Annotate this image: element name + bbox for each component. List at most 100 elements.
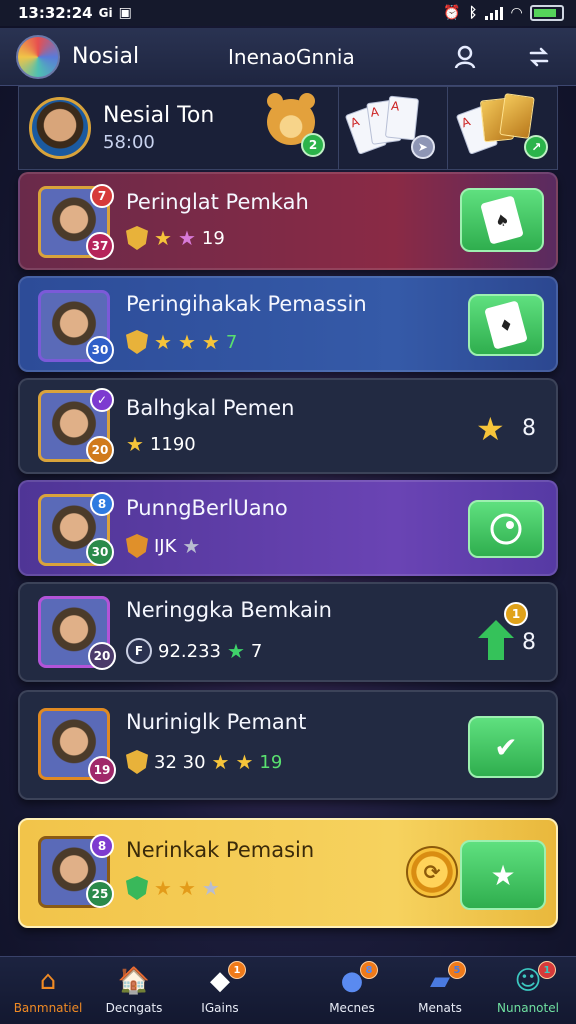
star-icon: ★ (177, 876, 196, 900)
star-icon: ★ (201, 876, 220, 900)
check-icon: ✔ (494, 730, 518, 764)
shield-icon (126, 750, 148, 774)
level-badge: 25 (86, 880, 114, 908)
play-card-button[interactable]: ♠ (460, 188, 544, 252)
notification-badge: 1 (504, 602, 528, 626)
favorite-button[interactable]: ★ (460, 840, 546, 910)
record-icon (490, 513, 522, 545)
nav-item-home[interactable]: ⌂ Banmnatiel (0, 963, 96, 1015)
row-stats: ★ ★ 19 (126, 226, 225, 250)
nav-label: Mecnes (329, 1001, 375, 1015)
confirm-button[interactable]: ✔ (468, 716, 544, 778)
status-carrier: Gi (98, 6, 113, 20)
nav-label: Decngats (105, 1001, 163, 1015)
row-score: IJK (154, 535, 177, 557)
row-score: 92.233 (158, 640, 221, 662)
row-stats: 32 30 ★ ★ 19 (126, 750, 282, 774)
letter-badge: F (126, 638, 152, 664)
refresh-icon (529, 47, 549, 67)
list-item[interactable]: 8 25 Nerinkak Pemasin ★ ★ ★ ⟳ ★ (18, 818, 558, 928)
nav-badge: 8 (360, 961, 378, 979)
shield-icon (126, 876, 148, 900)
row-title: Peringihakak Pemassin (126, 292, 367, 316)
row-value: 8 (522, 416, 536, 441)
level-badge: 20 (88, 642, 116, 670)
record-button[interactable] (468, 500, 544, 558)
play-card-button[interactable]: ♦ (468, 294, 544, 356)
refresh-button[interactable] (522, 40, 556, 74)
search-icon (454, 45, 476, 69)
row-score: 32 30 (154, 751, 206, 773)
row-score: 7 (225, 331, 238, 353)
rank-badge: ✓ (90, 388, 114, 412)
coin-icon[interactable]: ⟳ (406, 846, 458, 898)
games-icon: ◆ 1 (172, 961, 268, 999)
nav-label: IGains (201, 1001, 239, 1015)
rank-badge: 8 (90, 492, 114, 516)
star-icon: ★ (211, 750, 230, 774)
teddy-badge: 2 (301, 133, 325, 157)
row-stats: F 92.233 ★ 7 (126, 638, 262, 664)
row-title: Nerinkak Pemasin (126, 838, 315, 862)
messages-icon: ● 8 (304, 961, 400, 999)
card-deck-gold[interactable]: A ↗ (447, 87, 557, 169)
star-icon: ★ (235, 750, 254, 774)
row-stats: ★ 1190 (126, 432, 196, 456)
list-item[interactable]: 30 Peringihakak Pemassin ★ ★ ★ 7 ♦ (18, 276, 558, 372)
star-icon: ★ (154, 876, 172, 900)
star-icon: ★ (154, 330, 172, 354)
row-score-secondary: 19 (259, 751, 283, 773)
bottom-nav: ⌂ Banmnatiel 🏠 Decngats ◆ 1 IGains ● 8 M… (0, 956, 576, 1024)
nav-badge: 1 (228, 961, 246, 979)
rank-badge: 7 (90, 184, 114, 208)
nav-item-profile[interactable]: ☺ 1 Nunanotel (480, 961, 576, 1015)
star-icon: ★ (226, 639, 245, 663)
level-badge: 30 (86, 538, 114, 566)
avatar[interactable] (29, 97, 91, 159)
nav-item-games[interactable]: ◆ 1 IGains (172, 961, 268, 1015)
home-icon: ⌂ (39, 966, 57, 996)
row-stats: IJK ★ (126, 534, 200, 558)
status-bar: 13:32:24 Gi ▣ ⏰ ᛒ ◠ (0, 0, 576, 26)
star-icon: ★ (177, 330, 196, 354)
level-badge: 20 (86, 436, 114, 464)
row-title: Neringgka Bemkain (126, 598, 332, 622)
nav-item-chat[interactable]: ▰ 5 Menats (392, 961, 488, 1015)
nav-item-messages[interactable]: ● 8 Mecnes (304, 961, 400, 1015)
star-icon: ★ (177, 226, 196, 250)
signal-icon (485, 6, 504, 20)
top-bar: Nosial InenaoGnnia (0, 28, 576, 86)
profile-panel: Nesial Ton 58:00 2 A A A ➤ A ↗ (18, 86, 558, 170)
nav-label: Menats (418, 1001, 462, 1015)
chat-icon: ▰ 5 (392, 961, 488, 999)
level-badge: 30 (86, 336, 114, 364)
row-title: Peringlat Pemkah (126, 190, 309, 214)
row-title: Nuriniglk Pemant (126, 710, 307, 734)
star-icon: ★ (201, 330, 220, 354)
row-score: 19 (201, 227, 225, 249)
row-score: 1190 (149, 433, 196, 455)
app-logo[interactable] (16, 34, 60, 79)
cast-icon: ▣ (118, 5, 132, 21)
send-icon: ➤ (410, 135, 435, 159)
wifi-icon: ◠ (511, 5, 522, 21)
list-item[interactable]: 7 37 Peringlat Pemkah ★ ★ 19 ♠ (18, 172, 558, 270)
nav-badge: 1 (538, 961, 556, 979)
rank-badge: 8 (90, 834, 114, 858)
profile-summary[interactable]: Nesial Ton 58:00 2 (19, 87, 338, 169)
row-stats: ★ ★ ★ 7 (126, 330, 237, 354)
row-title: Balhgkal Pemen (126, 396, 295, 420)
shield-icon (126, 330, 148, 354)
nav-label: Nunanotel (497, 1001, 559, 1015)
nav-item-shop[interactable]: 🏠 Decngats (86, 963, 182, 1015)
bluetooth-icon: ᛒ (468, 5, 478, 21)
profile-icon: ☺ 1 (480, 961, 576, 999)
list-item[interactable]: ✓ 20 Balhgkal Pemen ★ 1190 ★ 8 (18, 378, 558, 474)
list-item[interactable]: 8 30 PunngBerlUano IJK ★ (18, 480, 558, 576)
list-item[interactable]: 20 Neringgka Bemkain F 92.233 ★ 7 1 8 (18, 582, 558, 682)
playing-card-icon: ♦ (484, 300, 528, 350)
alarm-icon: ⏰ (443, 5, 461, 21)
list-item[interactable]: 19 Nuriniglk Pemant 32 30 ★ ★ 19 ✔ (18, 690, 558, 800)
search-button[interactable] (448, 40, 482, 74)
card-deck-silver[interactable]: A A A ➤ (337, 87, 448, 169)
